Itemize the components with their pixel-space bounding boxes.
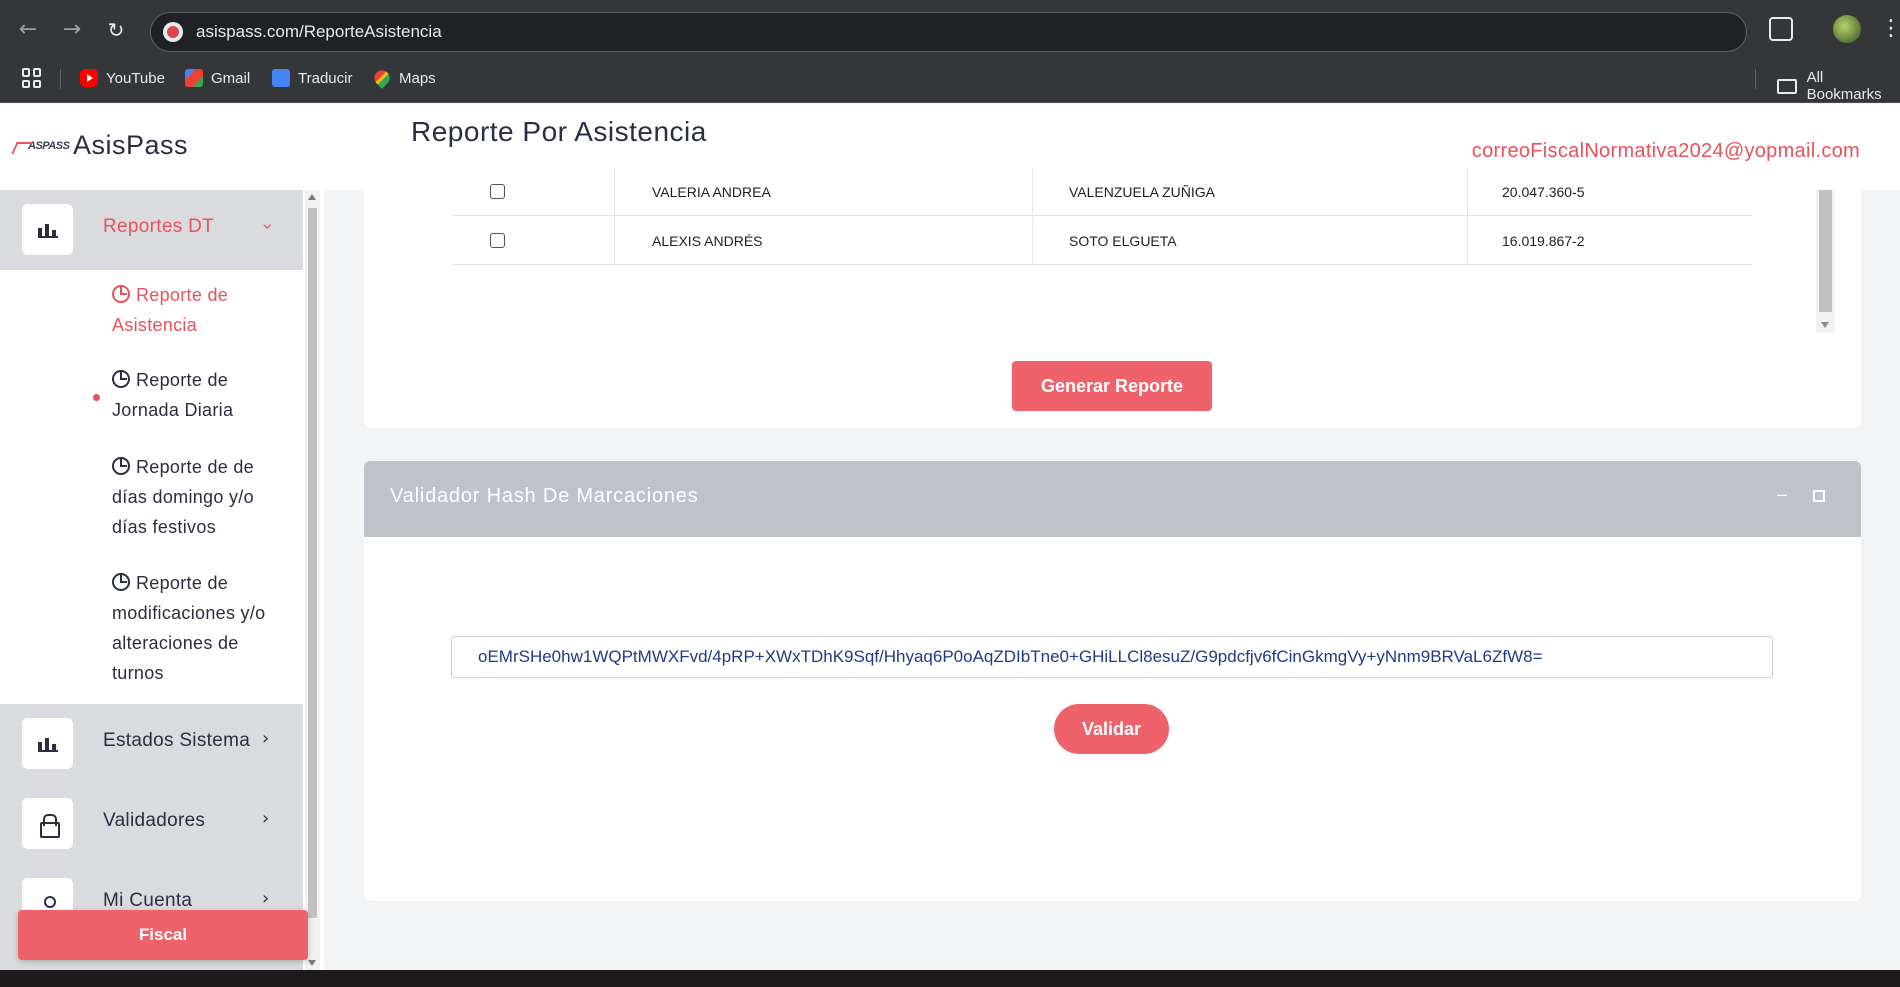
menu-group-reportes-dt: Reportes DT › xyxy=(0,190,303,270)
os-taskbar xyxy=(0,970,1900,987)
all-bookmarks-label: All Bookmarks xyxy=(1806,69,1882,103)
bookmark-maps[interactable]: Maps xyxy=(371,67,436,89)
bar-chart-icon xyxy=(22,718,73,769)
bookmark-traducir[interactable]: Traducir xyxy=(272,69,352,87)
scrollbar-thumb[interactable] xyxy=(1819,190,1832,312)
menu-item-reportes-dt[interactable]: Reportes DT › xyxy=(0,190,303,270)
cell-nombres: ALEXIS ANDRÉS xyxy=(652,233,763,249)
row-checkbox[interactable] xyxy=(490,184,505,199)
back-arrow-icon[interactable]: ← xyxy=(16,18,40,42)
chevron-right-icon: › xyxy=(262,808,270,829)
row-checkbox[interactable] xyxy=(490,233,505,248)
translate-icon xyxy=(272,69,290,87)
youtube-icon xyxy=(80,69,98,87)
clock-icon xyxy=(112,370,130,388)
chevron-right-icon: › xyxy=(262,728,270,749)
forward-arrow-icon[interactable]: → xyxy=(60,18,84,42)
submenu-label: Reporte de modificaciones y/o alteracion… xyxy=(112,573,266,683)
browser-menu-icon[interactable]: ⋮ xyxy=(1880,14,1900,42)
site-favicon-icon xyxy=(163,22,183,42)
table-row: ALEXIS ANDRÉS SOTO ELGUETA 16.019.867-2 xyxy=(452,217,1752,265)
cell-nombres: VALERIA ANDREA xyxy=(652,184,771,200)
minimize-icon[interactable]: – xyxy=(1777,484,1787,505)
employee-card: VALERIA ANDREA VALENZUELA ZUÑIGA 20.047.… xyxy=(364,168,1861,428)
submenu-item-modificaciones-turnos[interactable]: Reporte de modificaciones y/o alteracion… xyxy=(112,568,292,688)
menu-item-estados-sistema[interactable]: Estados Sistema › xyxy=(0,704,303,784)
bookmarks-separator xyxy=(60,69,61,89)
sidebar-scrollbar[interactable] xyxy=(305,190,320,970)
fiscal-button[interactable]: Fiscal xyxy=(18,910,308,960)
bookmarks-separator xyxy=(1755,69,1756,89)
menu-label: Validadores xyxy=(103,810,206,831)
clock-icon xyxy=(112,457,130,475)
fullscreen-icon[interactable] xyxy=(1813,490,1825,502)
card-title: Validador Hash De Marcaciones xyxy=(390,485,699,507)
sidebar: ASPASS AsisPass Reportes DT › Reporte de… xyxy=(0,104,324,970)
bookmark-label: YouTube xyxy=(106,69,165,87)
hash-input[interactable] xyxy=(451,636,1773,678)
cell-rut: 20.047.360-5 xyxy=(1502,184,1585,200)
submenu-item-domingo-festivos[interactable]: Reporte de de días domingo y/o días fest… xyxy=(112,452,292,542)
menu-label: Reportes DT xyxy=(103,216,215,237)
cell-apellidos: SOTO ELGUETA xyxy=(1069,233,1177,249)
bookmark-label: Traducir xyxy=(298,69,353,87)
extensions-icon[interactable] xyxy=(1769,17,1793,41)
gmail-icon xyxy=(185,69,203,87)
table-scrollbar[interactable] xyxy=(1816,190,1835,333)
bookmark-gmail[interactable]: Gmail xyxy=(185,69,250,87)
chevron-down-icon: › xyxy=(257,222,279,231)
clock-icon xyxy=(112,573,130,591)
validate-button[interactable]: Validar xyxy=(1054,704,1169,754)
submenu-label: Reporte de Jornada Diaria xyxy=(112,370,234,420)
scroll-up-icon[interactable] xyxy=(308,194,316,200)
submenu-item-reporte-asistencia[interactable]: Reporte de Asistencia xyxy=(112,280,292,340)
menu-label: Mi Cuenta xyxy=(103,890,193,911)
menu-item-validadores[interactable]: Validadores › xyxy=(0,784,303,864)
chevron-right-icon: › xyxy=(262,888,270,909)
bar-chart-icon xyxy=(22,204,73,255)
table-row: VALERIA ANDREA VALENZUELA ZUÑIGA 20.047.… xyxy=(452,168,1752,216)
url-text[interactable]: asispass.com/ReporteAsistencia xyxy=(196,22,442,42)
active-indicator xyxy=(93,394,100,401)
browser-toolbar: ← → ↻ asispass.com/ReporteAsistencia ⋮ xyxy=(0,0,1900,60)
folder-icon xyxy=(1777,78,1797,94)
cell-apellidos: VALENZUELA ZUÑIGA xyxy=(1069,184,1216,200)
submenu-reportes-dt: Reporte de Asistencia Reporte de Jornada… xyxy=(0,270,303,704)
all-bookmarks-button[interactable]: All Bookmarks xyxy=(1777,69,1900,103)
brand-name[interactable]: AsisPass xyxy=(73,130,188,161)
submenu-label: Reporte de de días domingo y/o días fest… xyxy=(112,457,254,537)
menu-label: Estados Sistema xyxy=(103,730,251,751)
brand: ASPASS AsisPass xyxy=(0,104,324,190)
address-bar[interactable]: asispass.com/ReporteAsistencia xyxy=(150,12,1747,52)
lock-icon xyxy=(22,798,73,849)
profile-avatar[interactable] xyxy=(1833,15,1861,43)
scroll-down-icon[interactable] xyxy=(308,960,316,966)
scrollbar-thumb[interactable] xyxy=(308,208,317,918)
apps-grid-icon[interactable] xyxy=(22,68,42,88)
scroll-down-icon[interactable] xyxy=(1821,322,1829,328)
hash-validator-card: Validador Hash De Marcaciones – Validar xyxy=(364,461,1861,901)
submenu-item-jornada-diaria[interactable]: Reporte de Jornada Diaria xyxy=(112,365,292,425)
maps-icon xyxy=(371,67,393,89)
brand-logo[interactable]: ASPASS xyxy=(14,140,70,154)
card-header: Validador Hash De Marcaciones – xyxy=(364,461,1861,537)
sidebar-menu: Reportes DT › Reporte de Asistencia Repo… xyxy=(0,190,303,970)
cell-rut: 16.019.867-2 xyxy=(1502,233,1585,249)
page-title: Reporte Por Asistencia xyxy=(411,116,707,147)
generate-report-button[interactable]: Generar Reporte xyxy=(1012,361,1212,411)
bookmark-label: Gmail xyxy=(211,69,251,87)
clock-icon xyxy=(112,285,130,303)
bookmarks-bar: YouTube Gmail Traducir Maps All Bookmark… xyxy=(0,60,1900,103)
bookmark-label: Maps xyxy=(399,69,436,87)
bookmark-youtube[interactable]: YouTube xyxy=(80,69,165,87)
reload-icon[interactable]: ↻ xyxy=(104,18,128,42)
user-email[interactable]: correoFiscalNormativa2024@yopmail.com xyxy=(1472,140,1860,163)
